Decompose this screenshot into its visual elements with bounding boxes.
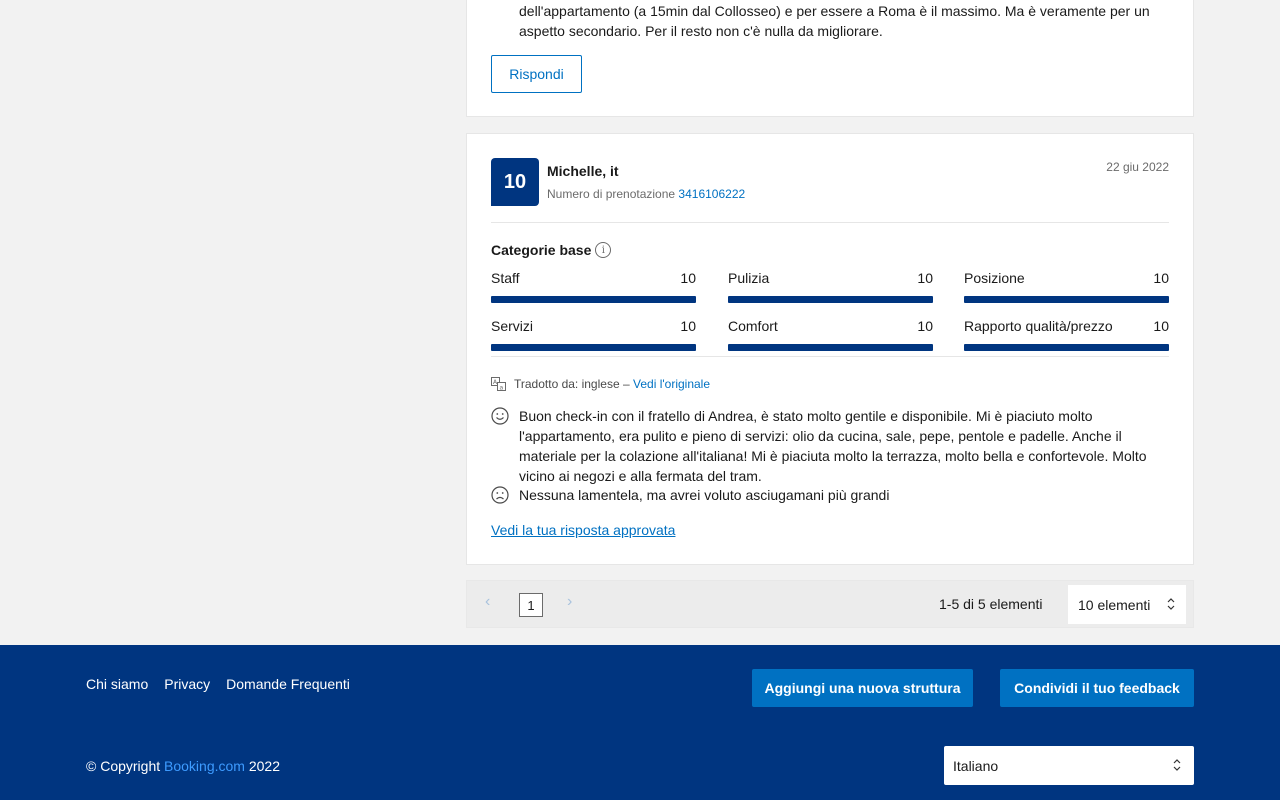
svg-text:a: a	[500, 385, 504, 392]
negative-comment: Nessuna lamentela, ma avrei voluto asciu…	[491, 485, 1171, 505]
category-pulizia: Pulizia 10	[728, 270, 933, 303]
reply-button[interactable]: Rispondi	[491, 55, 582, 93]
booking-number-line: Numero di prenotazione 3416106222	[547, 187, 745, 201]
category-label: Rapporto qualità/prezzo	[964, 318, 1113, 334]
language-select[interactable]: Italiano	[944, 746, 1194, 785]
translate-icon: A a	[491, 377, 506, 391]
items-per-page-value: 10 elementi	[1078, 596, 1151, 613]
language-value: Italiano	[953, 757, 999, 774]
review-score-badge: 10	[491, 158, 539, 206]
category-bar	[491, 344, 696, 351]
copyright-prefix: © Copyright	[86, 758, 161, 774]
category-score: 10	[1153, 270, 1169, 286]
booking-number-link[interactable]: 3416106222	[678, 187, 745, 201]
positive-comment-text: Buon check-in con il fratello di Andrea,…	[519, 408, 1147, 484]
items-per-page-select[interactable]: 10 elementi	[1068, 585, 1186, 624]
category-score: 10	[680, 270, 696, 286]
previous-review-text: dell'appartamento (a 15min dal Collosseo…	[519, 1, 1169, 41]
prev-page-icon[interactable]: ‹	[485, 593, 490, 611]
category-servizi: Servizi 10	[491, 318, 696, 351]
footer-link-faq[interactable]: Domande Frequenti	[226, 676, 350, 692]
booking-number-label: Numero di prenotazione	[547, 187, 676, 201]
smile-icon	[491, 407, 509, 425]
categories-title: Categorie base i	[491, 242, 612, 258]
view-original-link[interactable]: Vedi l'originale	[633, 377, 710, 391]
category-staff: Staff 10	[491, 270, 696, 303]
copyright-year: 2022	[248, 758, 280, 774]
footer: Chi siamo Privacy Domande Frequenti Aggi…	[0, 645, 1280, 800]
category-comfort: Comfort 10	[728, 318, 933, 351]
share-feedback-button[interactable]: Condividi il tuo feedback	[1000, 669, 1194, 707]
translated-from-label: Tradotto da: inglese	[514, 377, 620, 391]
info-icon[interactable]: i	[595, 242, 612, 258]
categories-title-text: Categorie base	[491, 242, 592, 258]
footer-links: Chi siamo Privacy Domande Frequenti	[86, 676, 350, 692]
review-card: 10 Michelle, it Numero di prenotazione 3…	[466, 133, 1194, 565]
category-rapporto-qualita-prezzo: Rapporto qualità/prezzo 10	[964, 318, 1169, 351]
category-label: Comfort	[728, 318, 778, 334]
review-date: 22 giu 2022	[1106, 160, 1169, 174]
previous-review-line-2: aspetto secondario. Per il resto non c'è…	[519, 23, 883, 39]
footer-link-chi-siamo[interactable]: Chi siamo	[86, 676, 148, 692]
copyright: © Copyright Booking.com 2022	[86, 758, 280, 774]
frown-icon	[491, 486, 509, 504]
category-bar	[964, 344, 1169, 351]
category-bar	[491, 296, 696, 303]
category-posizione: Posizione 10	[964, 270, 1169, 303]
items-count: 1-5 di 5 elementi	[939, 596, 1043, 612]
category-label: Staff	[491, 270, 520, 286]
page-number-button[interactable]: 1	[519, 593, 543, 617]
approved-reply-link[interactable]: Vedi la tua risposta approvata	[491, 522, 675, 538]
category-score: 10	[680, 318, 696, 334]
category-bar	[728, 344, 933, 351]
previous-review-line-1: dell'appartamento (a 15min dal Collosseo…	[519, 3, 1150, 19]
add-property-button[interactable]: Aggiungi una nuova struttura	[752, 669, 973, 707]
category-label: Pulizia	[728, 270, 770, 286]
category-bar	[964, 296, 1169, 303]
category-score: 10	[917, 270, 933, 286]
translated-separator: –	[622, 377, 630, 391]
category-score: 10	[1153, 318, 1169, 334]
pagination: ‹ 1 › 1-5 di 5 elementi 10 elementi	[466, 580, 1194, 628]
category-label: Servizi	[491, 318, 534, 334]
reviewer-name: Michelle, it	[547, 163, 619, 179]
category-bar	[728, 296, 933, 303]
category-label: Posizione	[964, 270, 1025, 286]
copyright-brand-link[interactable]: Booking.com	[164, 758, 245, 774]
updown-chevron-icon	[1173, 759, 1181, 771]
negative-comment-text: Nessuna lamentela, ma avrei voluto asciu…	[519, 487, 890, 503]
divider	[491, 356, 1169, 357]
translation-notice: A a Tradotto da: inglese – Vedi l'origin…	[491, 377, 710, 391]
previous-review-card: dell'appartamento (a 15min dal Collosseo…	[466, 0, 1194, 117]
divider	[491, 222, 1169, 223]
category-score: 10	[917, 318, 933, 334]
positive-comment: Buon check-in con il fratello di Andrea,…	[491, 406, 1171, 486]
next-page-icon[interactable]: ›	[567, 593, 572, 611]
updown-chevron-icon	[1167, 598, 1175, 610]
footer-link-privacy[interactable]: Privacy	[164, 676, 210, 692]
